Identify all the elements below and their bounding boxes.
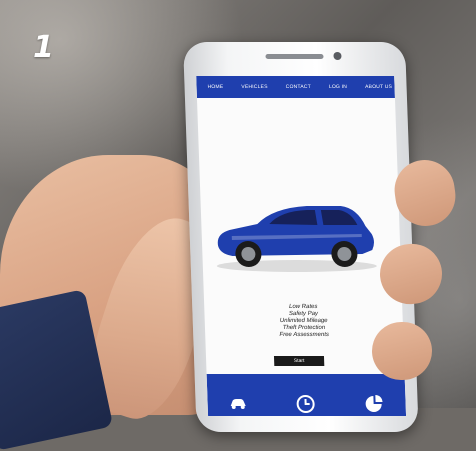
camera-icon	[333, 52, 341, 60]
footer-band	[207, 374, 406, 416]
feature-list: Low Rates Safety Pay Unlimited Mileage T…	[204, 304, 403, 339]
pie-chart-icon[interactable]	[363, 394, 384, 414]
step-number: 1	[33, 30, 54, 65]
site-navbar: HOME VEHICLES CONTACT LOG IN ABOUT US	[196, 76, 395, 98]
clock-icon[interactable]	[295, 394, 316, 414]
feature-item: Theft Protection	[205, 325, 403, 332]
start-button[interactable]: Start	[274, 356, 324, 366]
feature-item: Unlimited Mileage	[205, 318, 403, 325]
nav-item-vehicles[interactable]: VEHICLES	[241, 84, 268, 90]
nav-item-home[interactable]: HOME	[207, 84, 223, 90]
car-icon[interactable]	[227, 394, 248, 414]
feature-item: Low Rates	[204, 304, 402, 311]
phone-speaker	[265, 54, 323, 59]
nav-item-contact[interactable]: CONTACT	[286, 84, 311, 90]
nav-item-about-us[interactable]: ABOUT US	[365, 84, 392, 90]
nav-item-log-in[interactable]: LOG IN	[329, 84, 347, 90]
car-image	[210, 196, 379, 274]
feature-item: Safety Pay	[204, 311, 402, 318]
